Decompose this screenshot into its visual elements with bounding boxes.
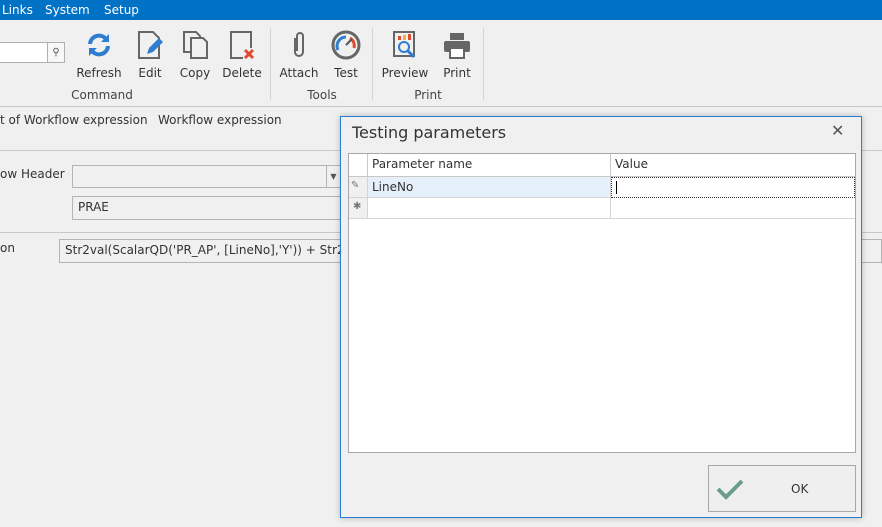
copy-label: Copy bbox=[179, 66, 211, 80]
printer-icon bbox=[440, 28, 474, 62]
edit-pencil-icon: ✎ bbox=[349, 177, 368, 198]
refresh-label: Refresh bbox=[76, 66, 122, 80]
print-button[interactable]: Print bbox=[440, 28, 474, 80]
new-row-value-cell[interactable] bbox=[611, 198, 855, 219]
new-row-name-cell[interactable] bbox=[368, 198, 611, 219]
test-label: Test bbox=[334, 66, 358, 80]
tab-workflow-expression[interactable]: Workflow expression bbox=[158, 113, 282, 127]
checkmark-icon bbox=[716, 479, 744, 500]
copy-button[interactable]: Copy bbox=[177, 28, 213, 80]
delete-icon bbox=[221, 28, 263, 62]
parameters-grid: Parameter name Value ✎ LineNo ✱ bbox=[348, 153, 856, 453]
menu-setup[interactable]: Setup bbox=[104, 3, 139, 17]
attach-label: Attach bbox=[279, 66, 319, 80]
delete-label: Delete bbox=[222, 66, 262, 80]
dialog-title: Testing parameters bbox=[352, 123, 507, 142]
param-name-cell[interactable]: LineNo bbox=[368, 177, 611, 198]
attach-button[interactable]: Attach bbox=[278, 28, 320, 80]
header-select[interactable] bbox=[72, 165, 362, 188]
column-value[interactable]: Value bbox=[611, 154, 855, 177]
test-button[interactable]: Test bbox=[328, 28, 364, 80]
preview-button[interactable]: Preview bbox=[380, 28, 430, 80]
group-command: Command bbox=[71, 88, 133, 102]
copy-icon bbox=[177, 28, 213, 62]
menu-bar: Links System Setup bbox=[0, 0, 882, 20]
search-icon[interactable]: ⚲ bbox=[47, 42, 65, 63]
gauge-icon bbox=[328, 28, 364, 62]
code-field[interactable]: PRAE bbox=[72, 196, 362, 220]
close-icon[interactable]: ✕ bbox=[831, 121, 844, 140]
group-tools: Tools bbox=[307, 88, 337, 102]
testing-parameters-dialog: Testing parameters ✕ Parameter name Valu… bbox=[340, 116, 862, 518]
delete-button[interactable]: Delete bbox=[221, 28, 263, 80]
group-print: Print bbox=[414, 88, 442, 102]
chevron-down-icon[interactable]: ▼ bbox=[326, 165, 340, 188]
refresh-button[interactable]: Refresh bbox=[74, 28, 124, 80]
ok-button[interactable]: OK bbox=[708, 465, 856, 512]
print-label: Print bbox=[443, 66, 471, 80]
refresh-icon bbox=[74, 28, 124, 62]
paperclip-icon bbox=[278, 28, 320, 62]
row-indicator-header bbox=[349, 154, 368, 177]
expression-label: on bbox=[0, 241, 15, 255]
menu-links[interactable]: Links bbox=[2, 3, 33, 17]
new-row-asterisk-icon: ✱ bbox=[349, 198, 368, 219]
edit-label: Edit bbox=[138, 66, 162, 80]
edit-button[interactable]: Edit bbox=[132, 28, 168, 80]
preview-icon bbox=[380, 28, 430, 62]
edit-icon bbox=[132, 28, 168, 62]
menu-system[interactable]: System bbox=[45, 3, 90, 17]
tab-list-of-workflow-expression[interactable]: t of Workflow expression bbox=[0, 113, 148, 127]
param-value-input[interactable] bbox=[611, 177, 855, 198]
preview-label: Preview bbox=[381, 66, 429, 80]
column-parameter-name[interactable]: Parameter name bbox=[368, 154, 611, 177]
search-input[interactable] bbox=[0, 42, 48, 63]
header-label: ow Header bbox=[0, 167, 65, 181]
ok-label: OK bbox=[791, 482, 809, 496]
